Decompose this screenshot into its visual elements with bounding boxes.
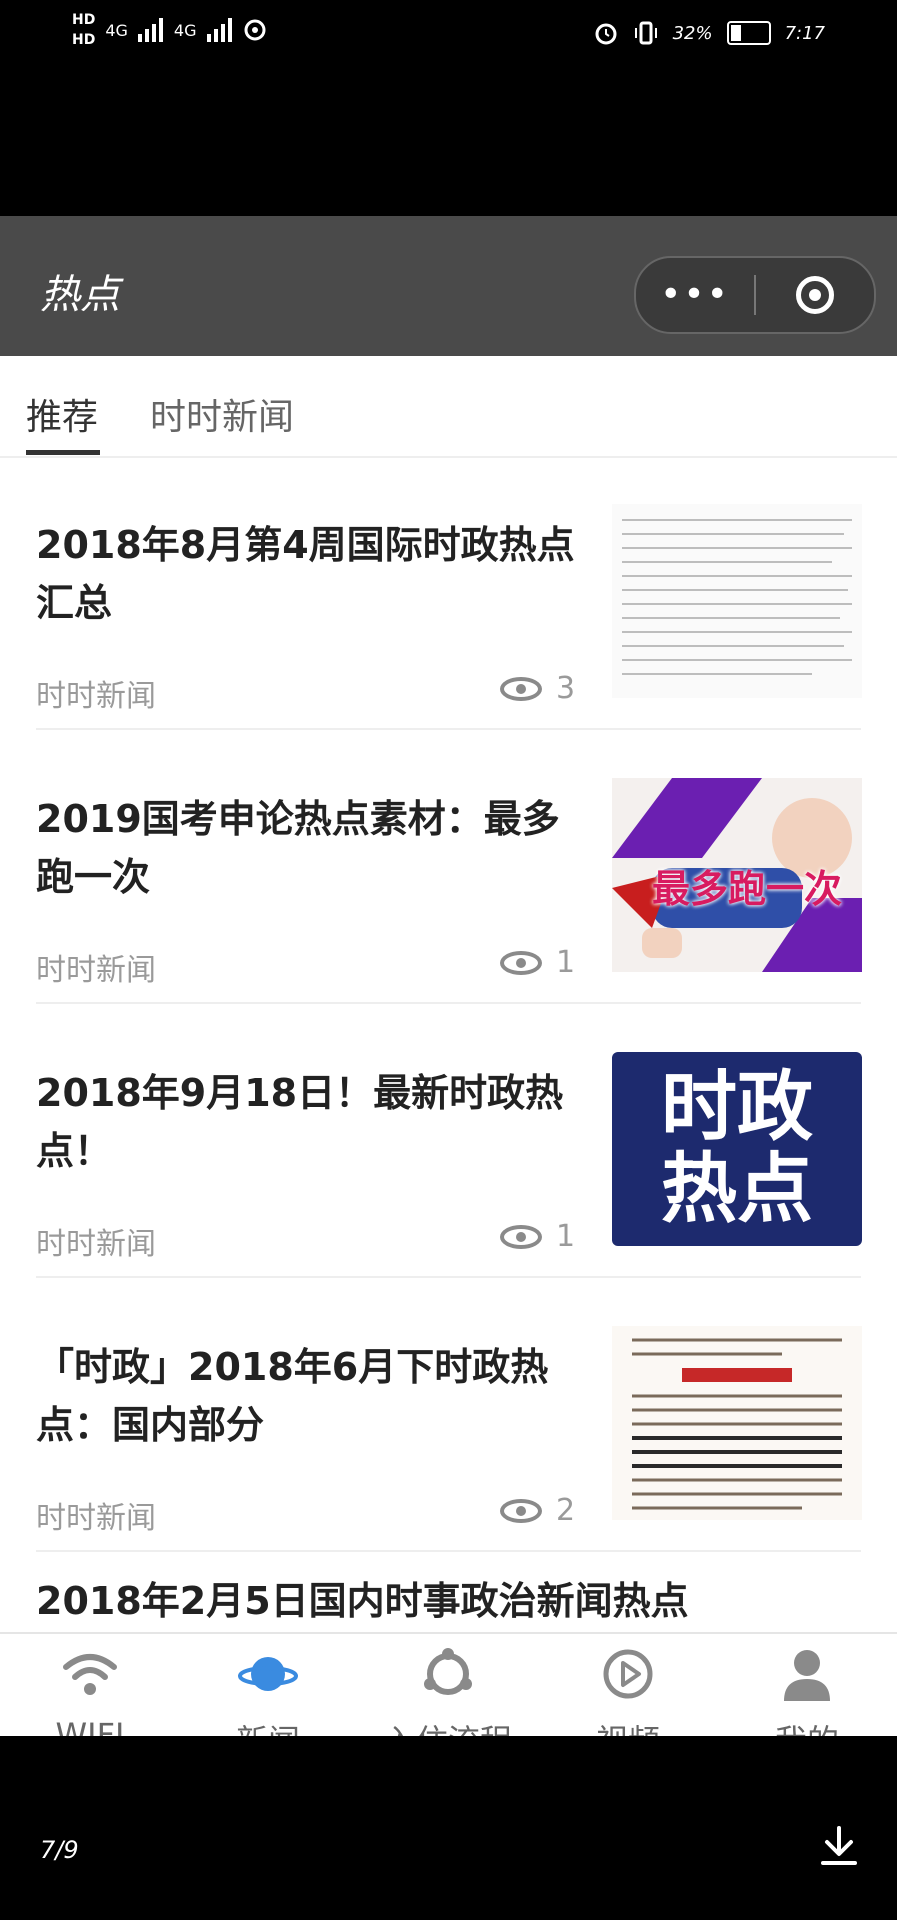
planet-icon — [188, 1644, 348, 1704]
tab-video[interactable]: 视频 — [548, 1644, 708, 1736]
view-count-value: 3 — [556, 671, 576, 706]
thumb-caption: 最多跑一次 — [652, 867, 843, 911]
eye-pupil — [516, 957, 526, 968]
article-source: 时时新闻 — [36, 953, 156, 988]
close-ring-icon — [796, 276, 834, 314]
hd-indicator: HD HD — [72, 10, 95, 50]
thumb-caption: 时政 热点 — [612, 1066, 862, 1230]
article-list: 2018年8月第4周国际时政热点汇总 时时新闻 3 2019国考申论热点素材：最… — [0, 456, 897, 1736]
play-icon — [548, 1644, 708, 1704]
view-count: 1 — [500, 945, 575, 980]
user-icon — [727, 1644, 887, 1704]
tab-label: 我的 — [727, 1716, 887, 1736]
thumb-caption-line-1: 时政 — [661, 1062, 813, 1151]
signal-icon — [206, 18, 232, 42]
tab-recommend[interactable]: 推荐 — [26, 388, 98, 440]
article-thumbnail — [612, 504, 862, 698]
list-item[interactable]: 2018年8月第4周国际时政热点汇总 时时新闻 3 — [0, 456, 897, 730]
tab-label: 视频 — [548, 1716, 708, 1736]
view-count: 1 — [500, 1219, 575, 1254]
close-button[interactable] — [756, 276, 874, 314]
tab-news[interactable]: 新闻 — [188, 1644, 348, 1736]
eye-pupil — [516, 1231, 526, 1242]
net1-label: 4G — [105, 20, 128, 40]
view-count: 2 — [500, 1493, 575, 1528]
signal-icon — [137, 18, 163, 42]
page-indicator: 7/9 — [40, 1836, 79, 1864]
wifi-icon — [10, 1644, 170, 1704]
close-ring-dot — [809, 289, 821, 301]
article-source: 时时新闻 — [36, 1227, 156, 1262]
capsule-menu: ••• — [634, 256, 876, 334]
view-count-value: 2 — [556, 1493, 576, 1528]
network-indicators: HD HD 4G 4G — [72, 10, 267, 50]
clock: 7:17 — [784, 22, 825, 44]
image-viewer-footer: 7/9 — [0, 1736, 897, 1920]
hotspot-icon — [244, 19, 265, 41]
eye-pupil — [516, 1505, 526, 1516]
view-count-value: 1 — [556, 945, 576, 980]
tab-profile[interactable]: 我的 — [727, 1644, 887, 1736]
article-title: 「时政」2018年6月下时政热点：国内部分 — [36, 1345, 549, 1447]
list-item[interactable]: 「时政」2018年6月下时政热点：国内部分 时时新闻 2 — [0, 1278, 897, 1552]
list-item[interactable]: 2018年9月18日！最新时政热点！ 时时新闻 1 时政 热点 — [0, 1004, 897, 1278]
article-thumbnail — [612, 1326, 862, 1520]
tab-realtime-news[interactable]: 时时新闻 — [150, 388, 294, 440]
battery-fill — [730, 25, 741, 41]
battery-percent: 32% — [672, 22, 713, 44]
eye-icon — [500, 676, 542, 701]
eye-icon — [500, 1498, 542, 1523]
eye-icon — [500, 950, 542, 975]
net2-label: 4G — [173, 20, 197, 40]
download-icon — [821, 1826, 857, 1865]
vibrate-icon — [634, 21, 657, 45]
title-bar: 热点 ••• — [0, 216, 897, 356]
article-source: 时时新闻 — [36, 679, 156, 714]
eye-icon — [500, 1224, 542, 1249]
thumb-caption-line-2: 热点 — [661, 1144, 813, 1233]
view-count-value: 1 — [556, 1219, 576, 1254]
article-thumbnail: 时政 热点 — [612, 1052, 862, 1246]
page-title: 热点 — [40, 272, 120, 318]
alarm-icon — [595, 23, 617, 45]
hd2-label: HD — [72, 32, 96, 48]
article-source: 时时新闻 — [36, 1501, 156, 1536]
eye-pupil — [516, 683, 526, 694]
hd1-label: HD — [72, 12, 96, 28]
news-clipping-thumbnail-image — [612, 1326, 862, 1520]
active-tab-indicator — [26, 450, 100, 455]
download-button[interactable] — [821, 1826, 857, 1870]
tab-label: 新闻 — [188, 1716, 348, 1736]
bottom-tab-bar: WIFI 新闻 入住流程 视频 我的 — [0, 1632, 897, 1736]
list-item[interactable]: 2019国考申论热点素材：最多跑一次 时时新闻 1 最多跑一次 — [0, 730, 897, 1004]
flow-ring-icon — [368, 1644, 528, 1704]
battery-icon — [726, 21, 771, 45]
more-button[interactable]: ••• — [636, 277, 754, 313]
article-title: 2018年9月18日！最新时政热点！ — [36, 1071, 564, 1173]
category-tabs: 推荐 时时新闻 — [0, 356, 897, 458]
article-thumbnail: 最多跑一次 — [612, 778, 862, 972]
mini-program-page: 热点 ••• 推荐 时时新闻 2018年8月第4周国际时政热点汇总 时时新闻 3 — [0, 216, 897, 1736]
system-indicators: 32% 7:17 — [593, 20, 825, 46]
article-title: 2018年8月第4周国际时政热点汇总 — [36, 523, 575, 625]
tab-wifi[interactable]: WIFI — [10, 1644, 170, 1736]
tab-label: WIFI — [55, 1716, 125, 1736]
tab-label: 入住流程 — [368, 1716, 528, 1736]
article-title: 2018年2月5日国内时事政治新闻热点 — [36, 1579, 689, 1623]
document-thumbnail-image — [612, 504, 862, 698]
article-title: 2019国考申论热点素材：最多跑一次 — [36, 797, 560, 899]
phone-status-bar: HD HD 4G 4G 32% 7:17 — [0, 0, 897, 216]
view-count: 3 — [500, 671, 575, 706]
tab-checkin-process[interactable]: 入住流程 — [368, 1644, 528, 1736]
